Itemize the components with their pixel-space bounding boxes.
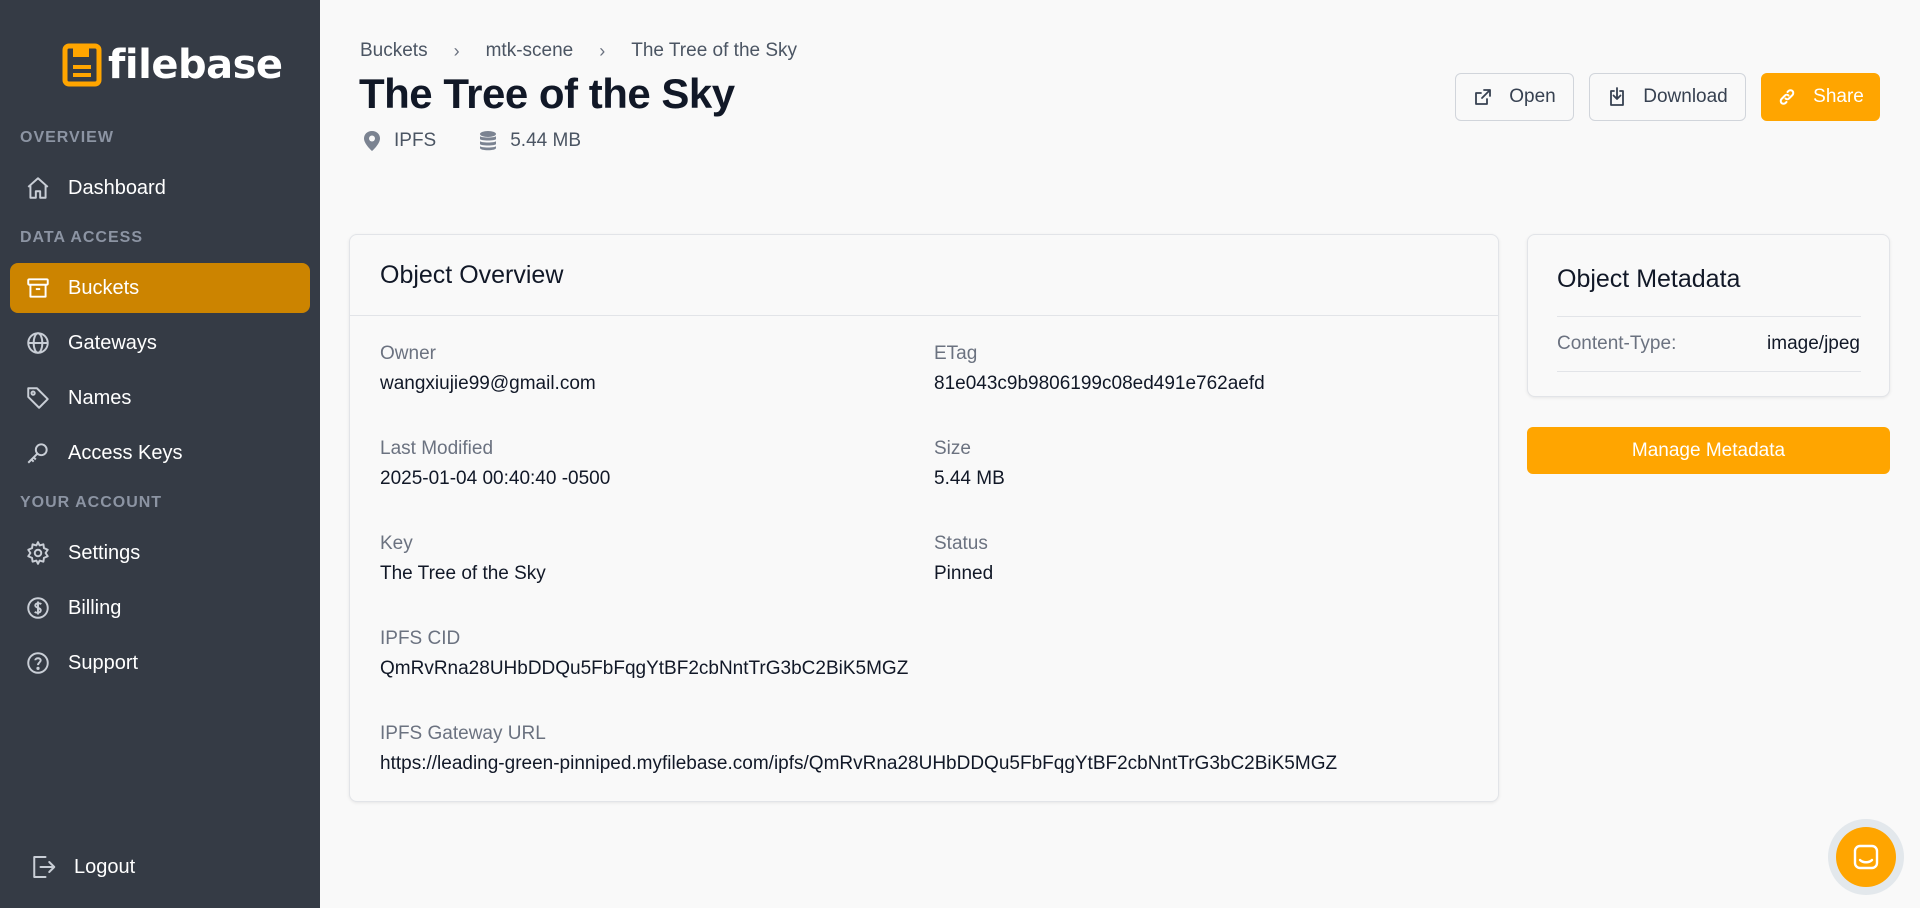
key-value: The Tree of the Sky [380,563,546,584]
gateway-url-label: IPFS Gateway URL [380,723,546,744]
external-link-icon [1475,89,1492,105]
network-label: IPFS [394,130,437,151]
section-label-overview: OVERVIEW [20,129,114,146]
sidebar-item-label: Gateways [68,331,157,354]
chat-launcher-button[interactable] [1836,827,1896,887]
ipfs-cid-label: IPFS CID [380,628,461,649]
gear-icon [24,539,52,567]
chat-icon [1853,844,1879,870]
size-label: Size [934,438,971,459]
metadata-value: image/jpeg [1767,333,1860,354]
database-icon [480,131,497,151]
manage-metadata-button[interactable]: Manage Metadata [1527,427,1890,474]
dollar-icon [24,594,52,622]
page-title: The Tree of the Sky [359,70,735,117]
filebase-logo[interactable]: filebase [62,42,283,88]
chevron-right-icon: › [599,40,606,61]
etag-label: ETag [934,343,978,364]
sidebar-item-label: Support [68,651,139,674]
status-value: Pinned [934,563,994,584]
question-icon [24,649,52,677]
home-icon [24,174,52,202]
logout-icon [33,856,56,878]
breadcrumb-bucket[interactable]: mtk-scene [486,40,574,62]
archive-icon [24,274,52,302]
etag-value: 81e043c9b9806199c08ed491e762aefd [934,373,1265,394]
sidebar-item-dashboard[interactable]: Dashboard [10,163,310,213]
location-pin-icon [364,131,380,151]
last-modified-value: 2025-01-04 00:40:40 -0500 [380,468,611,489]
logout-button[interactable]: Logout [28,852,135,882]
owner-label: Owner [380,343,436,364]
sidebar-item-label: Settings [68,541,141,564]
breadcrumb-buckets[interactable]: Buckets [360,40,428,62]
sidebar-item-label: Dashboard [68,176,166,199]
metadata-title: Object Metadata [1557,265,1741,293]
status-label: Status [934,533,988,554]
object-size-label: 5.44 MB [510,130,581,151]
key-icon [24,439,52,467]
share-label: Share [1813,86,1864,107]
divider [1557,371,1861,372]
chevron-right-icon: › [453,40,460,61]
logout-label: Logout [74,855,136,878]
sidebar-item-label: Buckets [68,276,140,299]
download-icon [1610,87,1625,106]
sidebar-item-label: Access Keys [68,441,183,464]
sidebar-item-settings[interactable]: Settings [10,528,310,578]
globe-icon [24,329,52,357]
sidebar-item-label: Names [68,386,132,409]
key-label: Key [380,533,413,554]
sidebar-item-access-keys[interactable]: Access Keys [10,428,310,478]
section-label-data-access: DATA ACCESS [20,229,143,246]
last-modified-label: Last Modified [380,438,494,459]
sidebar-item-buckets[interactable]: Buckets [10,263,310,313]
open-label: Open [1509,86,1556,107]
link-icon [1779,89,1795,105]
filebase-logo-icon [62,43,102,87]
metadata-key: Content-Type: [1557,333,1677,354]
breadcrumb-current: The Tree of the Sky [631,40,798,61]
sidebar-item-billing[interactable]: Billing [10,583,310,633]
download-button[interactable]: Download [1589,73,1746,121]
object-overview-card: Object Overview Owner wangxiujie99@gmail… [349,234,1499,802]
sidebar-item-label: Billing [68,596,122,619]
sidebar-item-support[interactable]: Support [10,638,310,688]
overview-title: Object Overview [380,261,564,289]
open-button[interactable]: Open [1455,73,1574,121]
sidebar-item-gateways[interactable]: Gateways [10,318,310,368]
sidebar-item-names[interactable]: Names [10,373,310,423]
owner-value: wangxiujie99@gmail.com [380,373,596,394]
section-label-your-account: YOUR ACCOUNT [20,494,163,511]
object-meta-row: IPFS 5.44 MB [362,130,623,152]
size-value: 5.44 MB [934,468,1005,489]
sidebar: filebase OVERVIEW Dashboard DATA ACCESS … [0,0,320,908]
ipfs-cid-value: QmRvRna28UHbDDQu5FbFqgYtBF2cbNntTrG3bC2B… [380,658,909,679]
divider [350,315,1498,316]
tag-icon [24,384,52,412]
share-button[interactable]: Share [1761,73,1880,121]
object-metadata-card: Object Metadata Content-Type: image/jpeg [1527,234,1890,397]
divider [1557,316,1861,317]
logo-text: filebase [108,42,283,88]
download-label: Download [1643,86,1728,107]
gateway-url-value[interactable]: https://leading-green-pinniped.myfilebas… [380,753,1337,775]
breadcrumb: Buckets › mtk-scene › The Tree of the Sk… [360,40,797,62]
